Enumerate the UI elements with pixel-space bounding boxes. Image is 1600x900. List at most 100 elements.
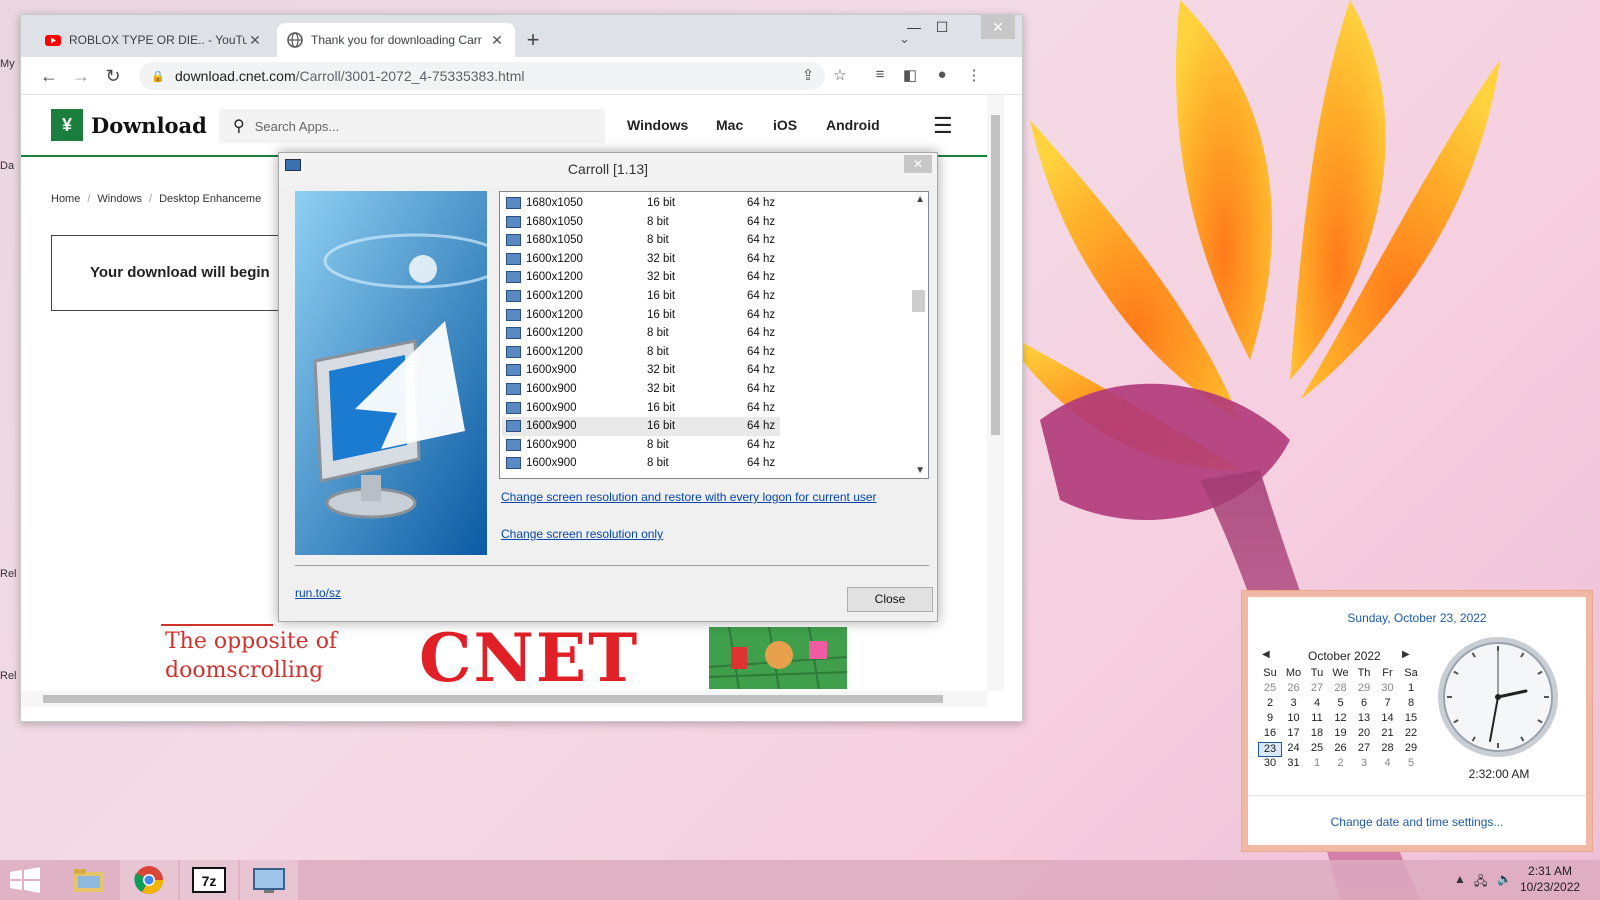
cnet-ad-banner[interactable]: The opposite of doomscrolling CNET (161, 619, 851, 691)
calendar-day[interactable]: 24 (1282, 742, 1306, 757)
calendar-day[interactable]: 29 (1352, 682, 1376, 697)
date-time-settings-link[interactable]: Change date and time settings... (1248, 815, 1586, 829)
new-tab-button[interactable]: + (519, 27, 547, 55)
scroll-up-icon[interactable]: ▲ (915, 194, 925, 205)
calendar-day[interactable]: 31 (1282, 757, 1306, 772)
resolution-list[interactable]: 1680x1050 16 bit 64 hz 1680x1050 8 bit 64 hz 1… (499, 191, 929, 479)
desktop-icon-label[interactable]: Da (0, 160, 14, 172)
resolution-row[interactable]: 1680x1050 8 bit 64 hz (502, 231, 780, 250)
resolution-row[interactable]: 1680x1050 8 bit 64 hz (502, 213, 780, 232)
side-panel-icon[interactable]: ◧ (899, 66, 921, 84)
resolution-row[interactable]: 1600x1200 16 bit 64 hz (502, 306, 780, 325)
calendar-day[interactable]: 11 (1305, 712, 1329, 727)
media-queue-icon[interactable]: ≡ (869, 66, 891, 83)
calendar-day[interactable]: 27 (1352, 742, 1376, 757)
desktop-icon-label[interactable]: Rel (0, 670, 17, 682)
tray-expand-icon[interactable]: ▲ (1454, 872, 1466, 886)
reload-icon[interactable]: ↻ (101, 65, 125, 89)
next-month-icon[interactable]: ▶ (1402, 649, 1410, 660)
profile-icon[interactable]: ● (931, 66, 953, 83)
calendar-day[interactable]: 18 (1305, 727, 1329, 742)
change-resolution-only-link[interactable]: Change screen resolution only (501, 527, 663, 541)
scrollbar-thumb[interactable] (991, 115, 1000, 435)
chrome-icon[interactable] (120, 860, 178, 900)
calendar-day[interactable]: 6 (1352, 697, 1376, 712)
desktop-icon-label[interactable]: Rel (0, 568, 17, 580)
calendar-day[interactable]: 3 (1352, 757, 1376, 772)
scroll-down-icon[interactable]: ▼ (915, 465, 925, 476)
resolution-row[interactable]: 1600x1200 32 bit 64 hz (502, 250, 780, 269)
calendar-day[interactable]: 17 (1282, 727, 1306, 742)
nav-windows[interactable]: Windows (627, 117, 688, 133)
calendar-day[interactable]: 30 (1376, 682, 1400, 697)
hamburger-menu-icon[interactable]: ☰ (933, 113, 953, 139)
calendar-day[interactable]: 2 (1329, 757, 1353, 772)
calendar-day[interactable]: 20 (1352, 727, 1376, 742)
calendar-day[interactable]: 30 (1258, 757, 1282, 772)
calendar-day[interactable]: 25 (1305, 742, 1329, 757)
dialog-close-button[interactable]: ✕ (904, 155, 932, 173)
list-scrollbar[interactable]: ▲ ▼ (911, 192, 928, 478)
calendar-day[interactable]: 4 (1305, 697, 1329, 712)
calendar-day[interactable]: 15 (1399, 712, 1423, 727)
resolution-row[interactable]: 1600x900 16 bit 64 hz (502, 417, 780, 437)
close-button[interactable]: Close (847, 587, 933, 612)
resolution-row[interactable]: 1600x1200 16 bit 64 hz (502, 287, 780, 306)
calendar-day[interactable]: 5 (1399, 757, 1423, 772)
site-search-input[interactable]: ⚲ Search Apps... (219, 109, 605, 143)
calendar-day[interactable]: 2 (1258, 697, 1282, 712)
calendar-day[interactable]: 1 (1399, 682, 1423, 697)
calendar-day[interactable]: 9 (1258, 712, 1282, 727)
calendar-day[interactable]: 13 (1352, 712, 1376, 727)
breadcrumb-category[interactable]: Desktop Enhanceme (159, 193, 261, 205)
tab-cnet[interactable]: Thank you for downloading Carr ✕ (277, 23, 515, 57)
scrollbar-thumb[interactable] (912, 290, 925, 312)
resolution-row[interactable]: 1600x900 16 bit 64 hz (502, 399, 780, 418)
runto-link[interactable]: run.to/sz (295, 586, 341, 600)
calendar-day[interactable]: 14 (1376, 712, 1400, 727)
lock-icon[interactable]: 🔒 (151, 70, 165, 83)
calendar-day[interactable]: 22 (1399, 727, 1423, 742)
calendar-day[interactable]: 4 (1376, 757, 1400, 772)
nav-ios[interactable]: iOS (773, 117, 797, 133)
calendar-day[interactable]: 23 (1258, 742, 1282, 757)
desktop-icon-label[interactable]: My (0, 58, 15, 70)
full-date[interactable]: Sunday, October 23, 2022 (1248, 611, 1586, 625)
download-logo-icon[interactable]: ¥ (51, 109, 83, 141)
calendar-day[interactable]: 1 (1305, 757, 1329, 772)
calendar-day[interactable]: 3 (1282, 697, 1306, 712)
calendar-day[interactable]: 5 (1329, 697, 1353, 712)
7zip-icon[interactable]: 7z (180, 860, 238, 900)
forward-arrow-icon[interactable]: → (69, 65, 93, 89)
calendar-day[interactable]: 28 (1376, 742, 1400, 757)
breadcrumb-windows[interactable]: Windows (97, 193, 142, 205)
share-icon[interactable]: ⇪ (797, 66, 819, 84)
menu-kebab-icon[interactable]: ⋮ (963, 66, 985, 84)
calendar-day[interactable]: 16 (1258, 727, 1282, 742)
back-arrow-icon[interactable]: ← (37, 65, 61, 89)
calendar-day[interactable]: 26 (1282, 682, 1306, 697)
tab-close-icon[interactable]: ✕ (247, 32, 263, 49)
site-logo-text[interactable]: Download (91, 113, 207, 138)
start-windows-icon[interactable] (0, 860, 58, 900)
resolution-row[interactable]: 1600x900 32 bit 64 hz (502, 380, 780, 399)
calendar-day[interactable]: 10 (1282, 712, 1306, 727)
window-close-button[interactable]: ✕ (981, 15, 1015, 39)
tab-close-icon[interactable]: ✕ (489, 32, 505, 49)
nav-mac[interactable]: Mac (716, 117, 743, 133)
calendar-day[interactable]: 7 (1376, 697, 1400, 712)
prev-month-icon[interactable]: ◀ (1262, 649, 1270, 660)
calendar-day[interactable]: 28 (1329, 682, 1353, 697)
scrollbar-thumb[interactable] (43, 695, 943, 703)
calendar-day[interactable]: 29 (1399, 742, 1423, 757)
calendar-month[interactable]: October 2022 (1308, 649, 1381, 663)
calendar-day[interactable]: 12 (1329, 712, 1353, 727)
star-icon[interactable]: ☆ (829, 66, 851, 84)
resolution-row[interactable]: 1600x900 8 bit 64 hz (502, 436, 780, 455)
file-explorer-icon[interactable] (60, 860, 118, 900)
network-icon[interactable]: 🖧 (1474, 872, 1487, 893)
calendar-day[interactable]: 25 (1258, 682, 1282, 697)
resolution-row[interactable]: 1680x1050 16 bit 64 hz (502, 194, 780, 213)
calendar-day[interactable]: 26 (1329, 742, 1353, 757)
tray-clock[interactable]: 2:31 AM 10/23/2022 (1520, 863, 1580, 895)
